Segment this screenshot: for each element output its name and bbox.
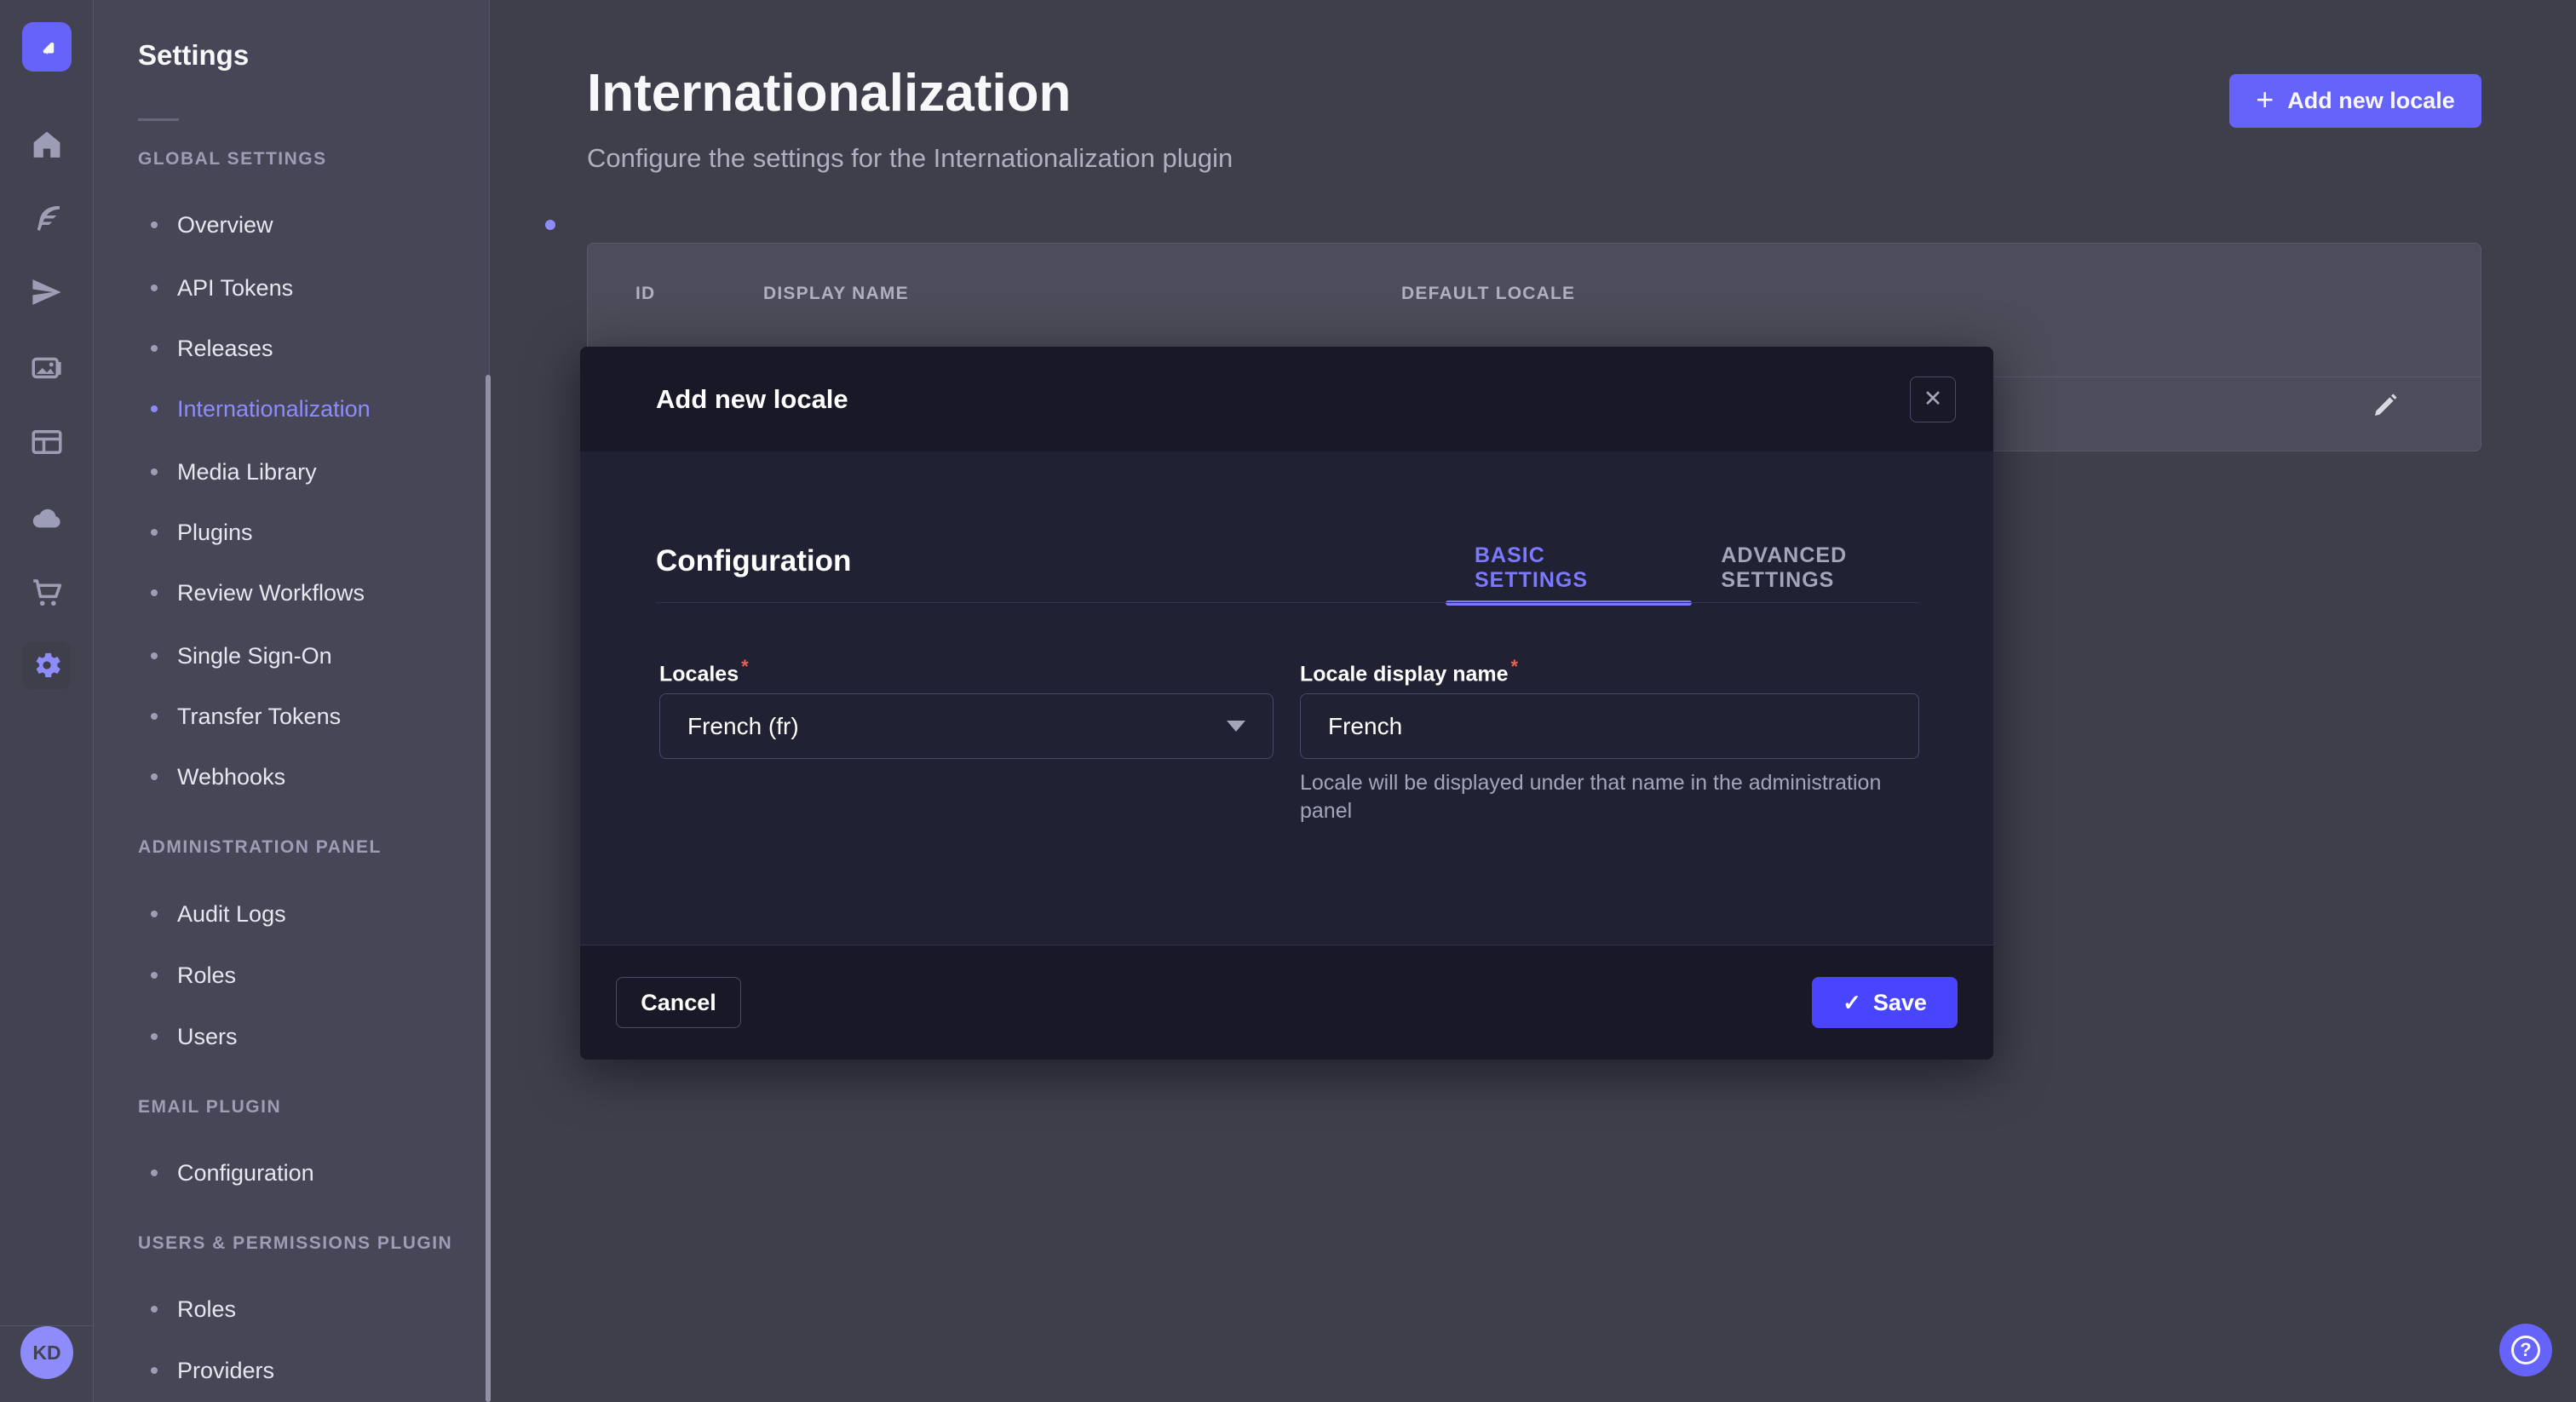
required-asterisk: * [1511, 656, 1519, 677]
cancel-button[interactable]: Cancel [616, 977, 741, 1028]
check-icon: ✓ [1843, 990, 1861, 1016]
locales-label: Locales* [659, 656, 1274, 685]
tabs-divider [656, 602, 1919, 603]
locales-field-group: Locales* French (fr) [659, 656, 1274, 759]
tab-basic-settings[interactable]: BASIC SETTINGS [1446, 532, 1692, 603]
modal-header: Add new locale ✕ [580, 347, 1993, 451]
modal-title: Add new locale [656, 384, 848, 415]
required-asterisk: * [741, 656, 749, 677]
tab-advanced-settings[interactable]: ADVANCED SETTINGS [1692, 532, 1993, 603]
close-button[interactable]: ✕ [1910, 376, 1956, 422]
configuration-title: Configuration [656, 544, 851, 578]
modal-footer: Cancel ✓ Save [580, 945, 1993, 1060]
save-button[interactable]: ✓ Save [1812, 977, 1958, 1028]
display-name-hint: Locale will be displayed under that name… [1300, 769, 1905, 825]
display-name-field-group: Locale display name* Locale will be disp… [1300, 656, 1919, 825]
add-locale-modal: Add new locale ✕ Configuration BASIC SET… [580, 347, 1993, 1060]
display-name-input[interactable] [1328, 694, 1891, 758]
chevron-down-icon [1227, 721, 1245, 732]
settings-tabs: BASIC SETTINGS ADVANCED SETTINGS [1446, 532, 1993, 603]
close-icon: ✕ [1923, 386, 1943, 412]
display-name-box [1300, 693, 1919, 759]
modal-body: Configuration BASIC SETTINGS ADVANCED SE… [580, 451, 1993, 945]
locales-select[interactable]: French (fr) [659, 693, 1274, 759]
display-name-label: Locale display name* [1300, 656, 1919, 685]
